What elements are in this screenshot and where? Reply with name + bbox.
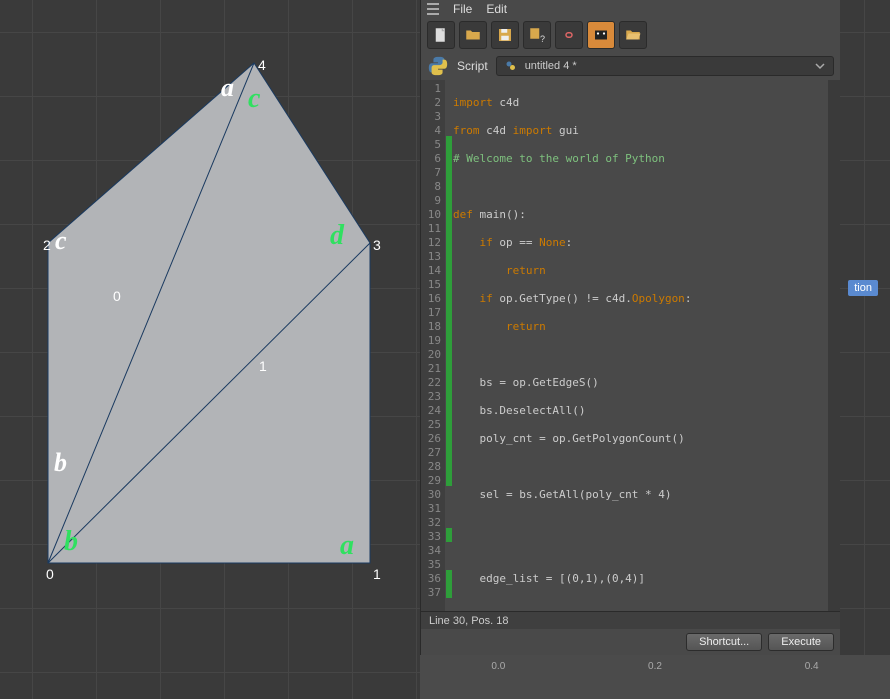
code-lines[interactable]: import c4d from c4d import gui # Welcome…	[453, 80, 840, 611]
fold-strip	[445, 80, 453, 611]
code-editor[interactable]: 1234567891011121314151617181920212223242…	[421, 80, 840, 611]
open-folder-button[interactable]	[619, 21, 647, 49]
cursor-position: Line 30, Pos. 18	[429, 615, 509, 627]
link-button[interactable]	[555, 21, 583, 49]
vertex-label-2: 2	[43, 237, 51, 253]
script-manager-panel: File Edit ? Script untitled 4 * 12345678…	[420, 0, 840, 655]
face-label-0: 0	[113, 288, 121, 304]
script-selected: untitled 4 *	[525, 60, 577, 72]
toolbar: ?	[421, 18, 840, 52]
editor-scrollbar[interactable]	[828, 80, 840, 611]
vertex-label-3: 3	[373, 237, 381, 253]
script-select-row: Script untitled 4 *	[421, 52, 840, 80]
menu-file[interactable]: File	[453, 2, 472, 16]
annotation-a-bottom: a	[340, 530, 354, 562]
face-label-1: 1	[259, 358, 267, 374]
menu-bar: File Edit	[421, 0, 840, 18]
script-dropdown[interactable]: untitled 4 *	[496, 56, 834, 76]
line-gutter: 1234567891011121314151617181920212223242…	[421, 80, 445, 611]
svg-text:?: ?	[540, 34, 545, 44]
python-icon	[427, 55, 449, 77]
script-label: Script	[457, 59, 488, 73]
python-icon-small	[505, 60, 517, 72]
shortcut-button[interactable]: Shortcut...	[686, 633, 762, 651]
open-script-button[interactable]	[459, 21, 487, 49]
chevron-down-icon	[815, 61, 825, 71]
vertex-label-0: 0	[46, 566, 54, 582]
annotation-a-top: a	[221, 73, 234, 103]
polygon-mesh	[0, 0, 420, 699]
new-script-button[interactable]	[427, 21, 455, 49]
annotation-b-white: b	[54, 448, 67, 478]
annotation-b-green: b	[64, 526, 78, 558]
status-line: Line 30, Pos. 18	[421, 611, 840, 629]
execute-button[interactable]: Execute	[768, 633, 834, 651]
truncated-label: tion	[848, 280, 878, 296]
hamburger-icon[interactable]	[427, 3, 439, 15]
save-script-button[interactable]	[491, 21, 519, 49]
save-help-button[interactable]: ?	[523, 21, 551, 49]
axis-ticks: 0.0 0.2 0.4	[420, 661, 890, 672]
vertex-label-1: 1	[373, 566, 381, 582]
vertex-label-4: 4	[258, 57, 266, 73]
run-button[interactable]	[587, 21, 615, 49]
annotation-c-top: c	[248, 83, 260, 115]
timeline-area[interactable]: 0.0 0.2 0.4	[420, 655, 890, 699]
annotation-c-left: c	[55, 226, 67, 256]
menu-edit[interactable]: Edit	[486, 2, 507, 16]
button-row: Shortcut... Execute	[421, 629, 840, 655]
annotation-d-right: d	[330, 220, 344, 252]
